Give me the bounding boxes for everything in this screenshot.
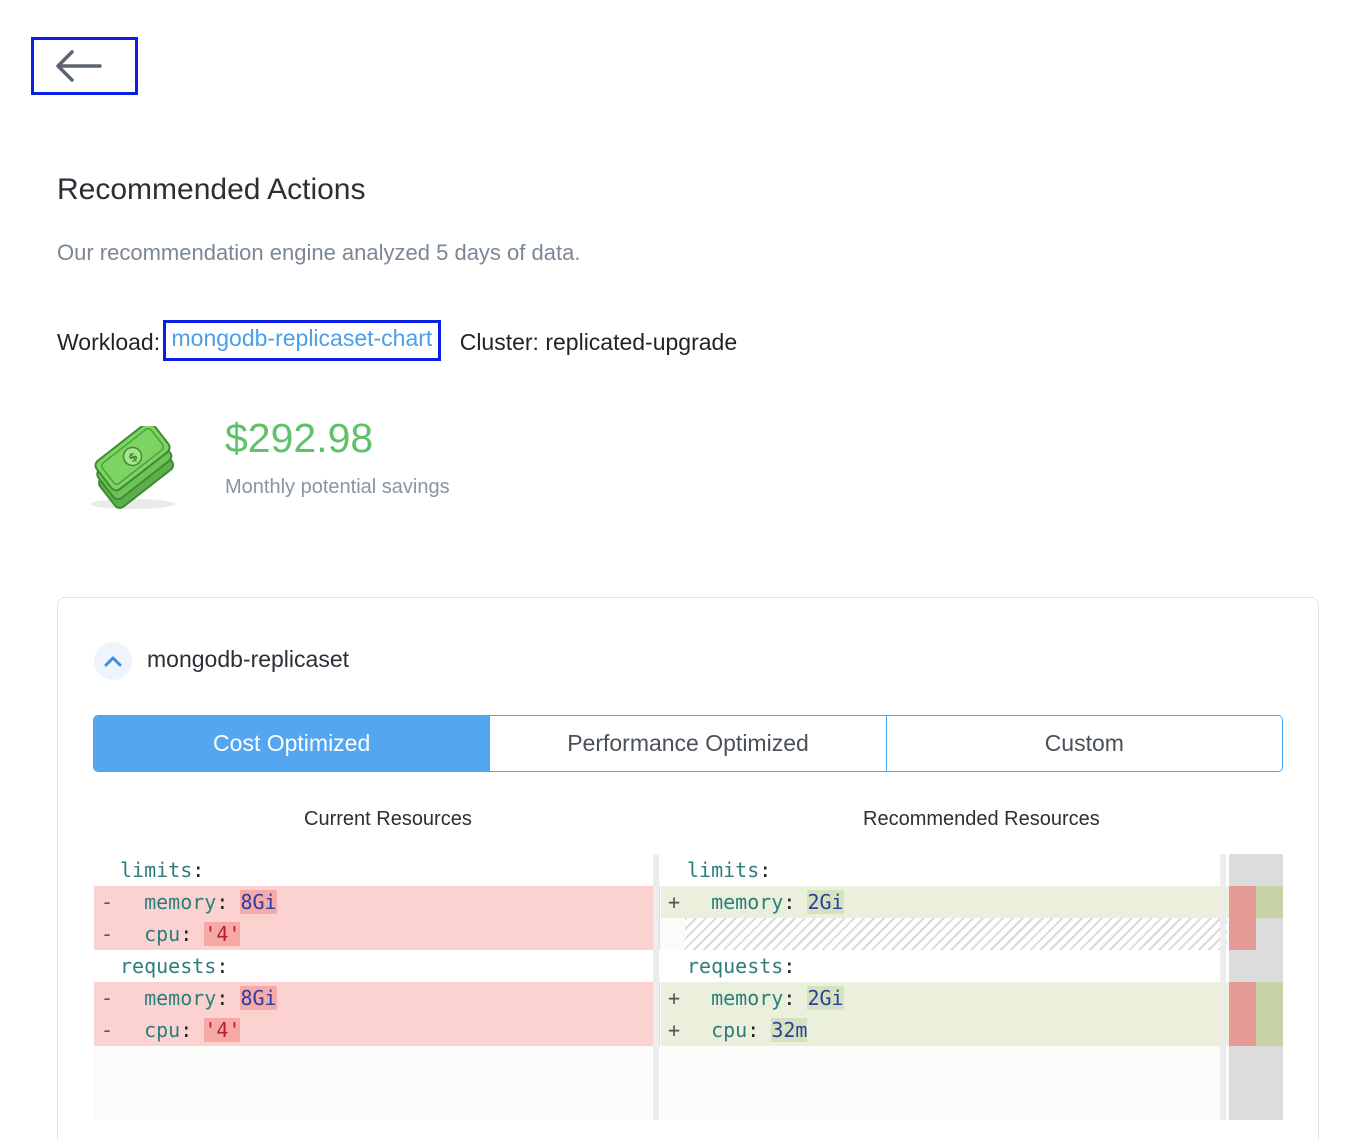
money-icon: $: [88, 421, 183, 512]
diff-line-removed: - cpu: '4': [94, 918, 660, 950]
workload-link[interactable]: mongodb-replicaset-chart: [162, 320, 442, 361]
cluster-label: Cluster: replicated-upgrade: [459, 329, 738, 355]
resources-diff-viewer[interactable]: limits: - memory: 8Gi - cpu: '4' request…: [94, 854, 1283, 1120]
yaml-key: requests: [120, 954, 217, 978]
collapse-button[interactable]: [94, 642, 132, 680]
recommended-resources-pane: limits: + memory: 2Gi requests: + memory…: [661, 854, 1229, 1120]
yaml-key: limits: [120, 858, 193, 882]
diff-line-removed: - cpu: '4': [94, 1014, 660, 1046]
tab-cost-optimized[interactable]: Cost Optimized: [94, 716, 491, 771]
diff-line-added: + memory: 2Gi: [661, 982, 1229, 1014]
diff-placeholder: [685, 918, 1227, 950]
tab-custom[interactable]: Custom: [886, 716, 1282, 771]
current-resources-pane: limits: - memory: 8Gi - cpu: '4' request…: [94, 854, 660, 1120]
container-name: mongodb-replicaset: [147, 646, 350, 672]
diff-line-removed: - memory: 8Gi: [94, 982, 660, 1014]
overview-added-marker: [1256, 886, 1283, 918]
diff-line: requests:: [94, 950, 660, 982]
page-subtitle: Our recommendation engine analyzed 5 day…: [57, 240, 581, 265]
overview-added-marker: [1256, 982, 1283, 1046]
pane-divider: [1220, 854, 1226, 1120]
tab-performance-optimized[interactable]: Performance Optimized: [490, 716, 887, 771]
savings-label: Monthly potential savings: [225, 476, 450, 498]
back-button[interactable]: [31, 37, 138, 95]
diff-line-added: + memory: 2Gi: [661, 886, 1229, 918]
pane-divider[interactable]: [653, 854, 659, 1120]
optimization-tabs: Cost Optimized Performance Optimized Cus…: [93, 715, 1283, 772]
overview-removed-marker: [1229, 886, 1256, 950]
diff-line-removed: - memory: 8Gi: [94, 886, 660, 918]
overview-removed-marker: [1229, 982, 1256, 1046]
savings-value: $292.98: [225, 415, 374, 461]
recommended-resources-heading: Recommended Resources: [863, 808, 1100, 830]
diff-line-added: + cpu: 32m: [661, 1014, 1229, 1046]
chevron-up-icon: [104, 656, 122, 667]
workload-row: Workload: mongodb-replicaset-chart Clust…: [57, 320, 738, 361]
diff-line: requests:: [661, 950, 1229, 982]
arrow-left-icon: [56, 50, 102, 82]
diff-line: limits:: [94, 854, 660, 886]
current-resources-heading: Current Resources: [304, 808, 472, 830]
diff-overview-ruler[interactable]: [1229, 854, 1283, 1120]
diff-line: limits:: [661, 854, 1229, 886]
workload-label: Workload:: [57, 329, 161, 355]
page-title: Recommended Actions: [57, 173, 366, 206]
